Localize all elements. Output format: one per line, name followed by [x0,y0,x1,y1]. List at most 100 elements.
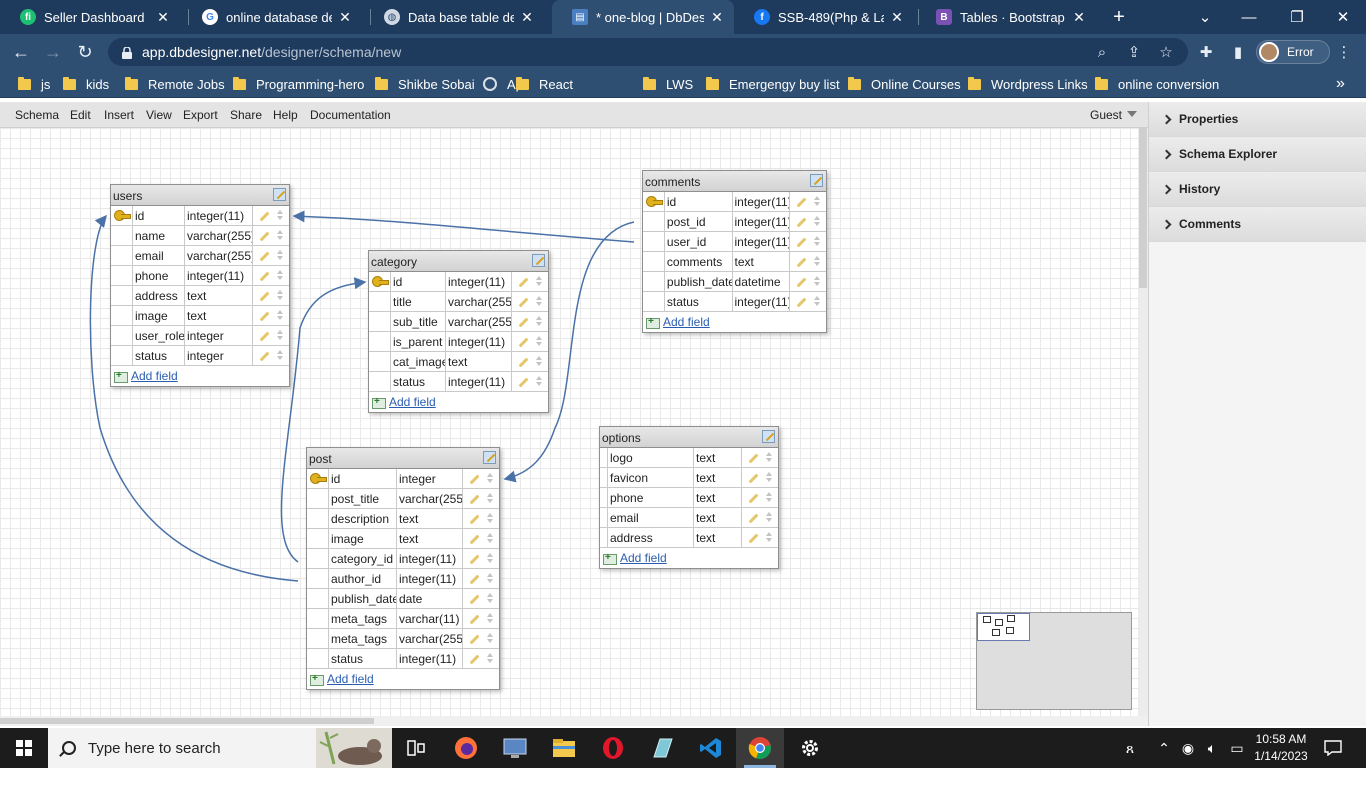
edit-field-icon[interactable] [469,554,480,565]
edit-field-icon[interactable] [469,474,480,485]
reorder-icon[interactable] [277,329,284,342]
reorder-icon[interactable] [277,249,284,262]
menu-edit[interactable]: Edit [70,108,91,122]
table-row[interactable]: email text [600,508,778,528]
table-row[interactable]: id integer(11) [643,192,826,212]
notifications-icon[interactable] [1320,728,1346,768]
menu-share[interactable]: Share [230,108,262,122]
table-row[interactable]: address text [111,286,289,306]
tab-data-base-table-design[interactable]: ◍ Data base table design ✕ [364,0,544,34]
table-users[interactable]: users id integer(11) name varchar(255) ema… [110,184,290,387]
reload-icon[interactable]: ↻ [72,39,98,65]
remote-desktop-icon[interactable] [491,728,539,768]
reorder-icon[interactable] [277,229,284,242]
table-row[interactable]: status integer(11) [643,292,826,312]
table-category[interactable]: category id integer(11) title varchar(255)… [368,250,549,413]
tab-search-chevron-icon[interactable]: ⌄ [1182,0,1228,34]
reorder-icon[interactable] [277,349,284,362]
edit-field-icon[interactable] [469,654,480,665]
table-row[interactable]: sub_title varchar(255) [369,312,548,332]
table-row[interactable]: email varchar(255) [111,246,289,266]
table-row[interactable]: publish_date date [307,589,499,609]
edit-field-icon[interactable] [469,634,480,645]
tab-one-blog-dbdesigner[interactable]: ▤ * one-blog | DbDesigner ✕ [552,0,734,34]
bookmark-online-courses[interactable]: Online Courses [848,75,961,93]
edit-field-icon[interactable] [748,453,759,464]
table-row[interactable]: phone integer(11) [111,266,289,286]
edit-field-icon[interactable] [259,271,270,282]
bookmark-wordpress-links[interactable]: Wordpress Links [968,75,1088,93]
schema-canvas[interactable]: users id integer(11) name varchar(255) ema… [0,128,1138,716]
reorder-icon[interactable] [487,492,494,505]
reorder-icon[interactable] [277,209,284,222]
volume-icon[interactable]: 🔈︎ [1201,728,1223,768]
opera-icon[interactable] [589,728,637,768]
firefox-icon[interactable] [442,728,490,768]
edit-table-icon[interactable] [762,430,775,443]
table-row[interactable]: address text [600,528,778,548]
edit-field-icon[interactable] [469,514,480,525]
reorder-icon[interactable] [536,295,543,308]
reorder-icon[interactable] [487,612,494,625]
close-tab-icon[interactable]: ✕ [338,9,352,26]
edit-field-icon[interactable] [748,493,759,504]
menu-schema[interactable]: Schema [15,108,59,122]
settings-gear-icon[interactable] [786,728,834,768]
edit-field-icon[interactable] [518,277,529,288]
reorder-icon[interactable] [814,215,821,228]
panel-comments[interactable]: Comments [1149,207,1366,242]
table-row[interactable]: author_id integer(11) [307,569,499,589]
reorder-icon[interactable] [536,355,543,368]
bookmark-shikbe-sobai[interactable]: Shikbe Sobai [375,75,475,93]
table-comments[interactable]: comments id integer(11) post_id integer(11… [642,170,827,333]
menu-export[interactable]: Export [183,108,218,122]
more-bookmarks-button[interactable]: » [1336,75,1345,93]
table-row[interactable]: post_title varchar(255) [307,489,499,509]
edit-field-icon[interactable] [796,277,807,288]
tab-online-database-design[interactable]: G online database design ✕ [182,0,362,34]
edit-field-icon[interactable] [518,357,529,368]
table-header[interactable]: category [369,251,548,272]
bookmark-online-conversion[interactable]: online conversion [1095,75,1219,93]
reorder-icon[interactable] [277,289,284,302]
reorder-icon[interactable] [487,532,494,545]
edit-field-icon[interactable] [796,257,807,268]
tab-ssb-489[interactable]: f SSB-489(Php & Laravel ✕ [734,0,914,34]
edit-table-icon[interactable] [483,451,496,464]
reorder-icon[interactable] [487,652,494,665]
profile-button[interactable]: Error [1256,40,1330,64]
share-icon[interactable]: ⇪ [1124,42,1144,62]
task-view-icon[interactable] [392,728,440,768]
menu-view[interactable]: View [146,108,172,122]
reorder-icon[interactable] [487,472,494,485]
table-row[interactable]: status integer [111,346,289,366]
table-row[interactable]: id integer(11) [369,272,548,292]
edit-field-icon[interactable] [259,291,270,302]
edit-field-icon[interactable] [796,297,807,308]
tab-bootstrap-tables[interactable]: B Tables · Bootstrap v5.3 ✕ [916,0,1096,34]
close-tab-icon[interactable]: ✕ [710,9,724,26]
table-row[interactable]: image text [307,529,499,549]
edit-field-icon[interactable] [518,317,529,328]
table-header[interactable]: comments [643,171,826,192]
edit-field-icon[interactable] [259,331,270,342]
restore-icon[interactable]: ❐ [1274,0,1320,34]
zoom-icon[interactable]: ⌕ [1092,42,1112,62]
edit-field-icon[interactable] [259,211,270,222]
edit-field-icon[interactable] [748,513,759,524]
table-row[interactable]: name varchar(255) [111,226,289,246]
edit-table-icon[interactable] [532,254,545,267]
bookmark-programming-hero[interactable]: Programming-hero [233,75,364,93]
reorder-icon[interactable] [487,632,494,645]
reorder-icon[interactable] [766,451,773,464]
reorder-icon[interactable] [536,375,543,388]
reorder-icon[interactable] [814,235,821,248]
minimize-icon[interactable]: — [1226,0,1272,34]
edit-field-icon[interactable] [259,231,270,242]
menu-help[interactable]: Help [273,108,298,122]
table-header[interactable]: post [307,448,499,469]
edit-field-icon[interactable] [469,534,480,545]
reorder-icon[interactable] [814,255,821,268]
table-row[interactable]: comments text [643,252,826,272]
reorder-icon[interactable] [487,512,494,525]
